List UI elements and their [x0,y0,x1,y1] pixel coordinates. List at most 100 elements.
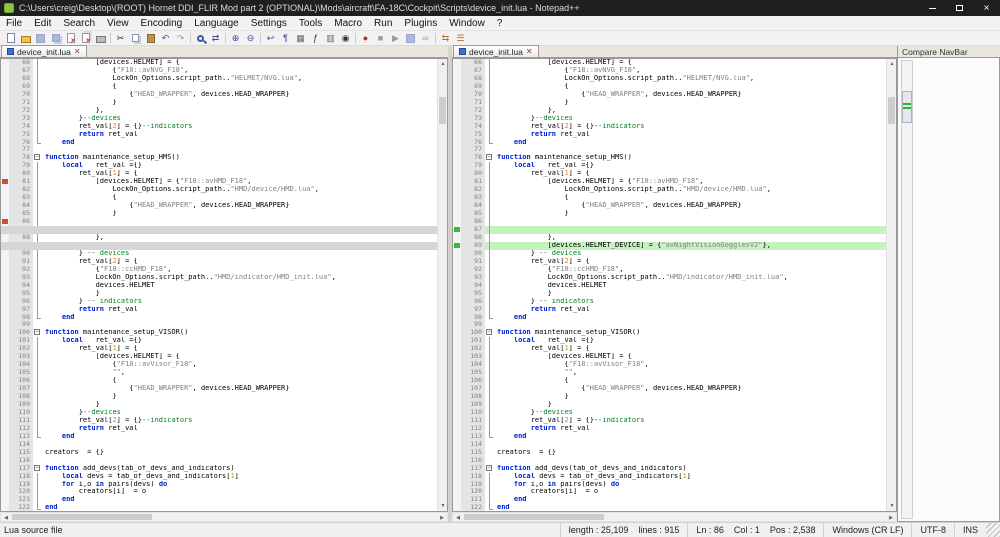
paste-icon[interactable] [143,31,158,45]
code-line[interactable]: 109 } [453,401,886,409]
diff-filler-line[interactable] [1,242,437,250]
code-line[interactable]: 95 } [453,290,886,298]
save-macro-icon[interactable] [403,31,418,45]
code-line[interactable]: 105 "", [453,369,886,377]
code-line[interactable]: 79 local ret_val ={} [1,162,437,170]
code-line[interactable]: 70 {"HEAD_WRAPPER", devices.HEAD_WRAPPER… [1,91,437,99]
code-line[interactable]: 80 ret_val[1] = { [453,170,886,178]
code-line[interactable]: 91 ret_val[2] = { [453,258,886,266]
scroll-up-arrow[interactable]: ▲ [887,59,897,69]
code-line[interactable]: 95 } [1,290,437,298]
code-line[interactable]: 75 return ret_val [453,131,886,139]
status-insert-mode[interactable]: INS [954,523,986,537]
code-line[interactable]: 120 creators[i] = o [453,488,886,496]
code-line[interactable]: 94 devices.HELMET [453,282,886,290]
scrollbar-thumb[interactable] [888,97,895,124]
compare-navbar-map[interactable] [901,60,913,519]
code-line[interactable]: 117−function add_devs(tab_of_devs_and_in… [1,465,437,473]
scroll-down-arrow[interactable]: ▼ [887,501,897,511]
code-line[interactable]: 73 }--devices [453,115,886,123]
code-line[interactable]: 82 LockOn_Options.script_path.."HMD/devi… [453,186,886,194]
scroll-down-arrow[interactable]: ▼ [438,501,448,511]
editor-pane-left[interactable]: 66 [devices.HELMET] = {67 {"F18::avNVG_F… [0,58,448,512]
code-line[interactable]: 122end [1,504,437,511]
menu-tools[interactable]: Tools [293,16,328,30]
code-line[interactable]: 78−function maintenance_setup_HMS() [453,154,886,162]
code-line[interactable]: 113 end [453,433,886,441]
fold-collapse-icon[interactable]: − [34,329,40,335]
tab-close-icon[interactable]: ✕ [74,48,81,56]
code-line[interactable]: 111 ret_val[2] = {}--indicators [453,417,886,425]
code-line[interactable]: 74 ret_val[2] = {}--indicators [1,123,437,131]
word-wrap-icon[interactable]: ↩ [263,31,278,45]
code-line[interactable]: 85 } [453,210,886,218]
code-line[interactable]: 94 devices.HELMET [1,282,437,290]
vertical-scrollbar-left[interactable]: ▲ ▼ [437,59,447,511]
code-line[interactable]: 113 end [1,433,437,441]
code-line[interactable]: 67 {"F18::avNVG_F18", [453,67,886,75]
show-all-characters-icon[interactable]: ¶ [278,31,293,45]
code-line[interactable]: 114 [453,441,886,449]
function-list-icon[interactable]: ƒ [308,31,323,45]
code-line[interactable]: 98 end [1,314,437,322]
code-line[interactable]: 86 [1,218,437,226]
fold-collapse-icon[interactable]: − [34,154,40,160]
code-line[interactable]: 100−function maintenance_setup_VISOR() [453,329,886,337]
code-line[interactable]: 107 {"HEAD_WRAPPER", devices.HEAD_WRAPPE… [1,385,437,393]
diff-filler-line[interactable] [1,226,437,234]
code-line[interactable]: 110 }--devices [1,409,437,417]
code-line[interactable]: 115creators = {} [1,449,437,457]
code-line[interactable]: 92 {"F18::ccHMD_F18", [453,266,886,274]
code-line[interactable]: 90 } -- devices [453,250,886,258]
minimize-button[interactable] [919,0,946,16]
code-line[interactable]: 85 } [1,210,437,218]
code-line[interactable]: 103 [devices.HELMET] = { [1,353,437,361]
undo-icon[interactable]: ↶ [158,31,173,45]
code-line[interactable]: 83 { [1,194,437,202]
code-line[interactable]: 96 } -- indicators [1,298,437,306]
code-line[interactable]: 71 } [1,99,437,107]
code-line[interactable]: 119 for i,o in pairs(devs) do [1,481,437,489]
scrollbar-thumb[interactable] [439,97,446,124]
code-line[interactable]: 108 } [453,393,886,401]
code-line[interactable]: 118 local devs = tab_of_devs_and_indicat… [453,473,886,481]
code-line[interactable]: 76 end [453,139,886,147]
scrollbar-thumb[interactable] [12,514,152,520]
code-line[interactable]: 81 [devices.HELMET] = {"F18::avHMD_F18", [453,178,886,186]
code-line[interactable]: 100−function maintenance_setup_VISOR() [1,329,437,337]
code-line[interactable]: 118 local devs = tab_of_devs_and_indicat… [1,473,437,481]
code-line[interactable]: 106 { [1,377,437,385]
code-line[interactable]: 96 } -- indicators [453,298,886,306]
fold-collapse-icon[interactable]: − [486,465,492,471]
code-line[interactable]: 105 "", [1,369,437,377]
code-line[interactable]: 72 }, [453,107,886,115]
code-line[interactable]: 112 return ret_val [1,425,437,433]
code-line[interactable]: 122end [453,504,886,511]
code-line[interactable]: 120 creators[i] = o [1,488,437,496]
code-line[interactable]: 70 {"HEAD_WRAPPER", devices.HEAD_WRAPPER… [453,91,886,99]
code-line[interactable]: 69 { [453,83,886,91]
code-line[interactable]: 78−function maintenance_setup_HMS() [1,154,437,162]
code-area-left[interactable]: 66 [devices.HELMET] = {67 {"F18::avNVG_F… [1,59,437,511]
code-line[interactable]: 77 [1,146,437,154]
code-line[interactable]: 114 [1,441,437,449]
horizontal-scrollbar-left[interactable]: ◀ ▶ [0,512,448,522]
code-line[interactable]: 92 {"F18::ccHMD_F18", [1,266,437,274]
code-line[interactable]: 116 [453,457,886,465]
scrollbar-thumb[interactable] [464,514,604,520]
code-line[interactable]: 115creators = {} [453,449,886,457]
code-line[interactable]: 108 } [1,393,437,401]
close-all-documents-icon[interactable] [78,31,93,45]
menu-macro[interactable]: Macro [328,16,368,30]
code-line[interactable]: 84 {"HEAD_WRAPPER", devices.HEAD_WRAPPER… [453,202,886,210]
code-line[interactable]: 90 } -- devices [1,250,437,258]
tab-close-icon[interactable]: ✕ [526,48,533,56]
code-line[interactable]: 89 [devices.HELMET_DEVICE] = {"avNightVi… [453,242,886,250]
code-line[interactable]: 88 }, [453,234,886,242]
code-line[interactable]: 119 for i,o in pairs(devs) do [453,481,886,489]
code-line[interactable]: 72 }, [1,107,437,115]
vertical-scrollbar-right[interactable]: ▲ ▼ [886,59,896,511]
fold-collapse-icon[interactable]: − [486,154,492,160]
code-line[interactable]: 97 return ret_val [453,306,886,314]
menu-plugins[interactable]: Plugins [398,16,443,30]
